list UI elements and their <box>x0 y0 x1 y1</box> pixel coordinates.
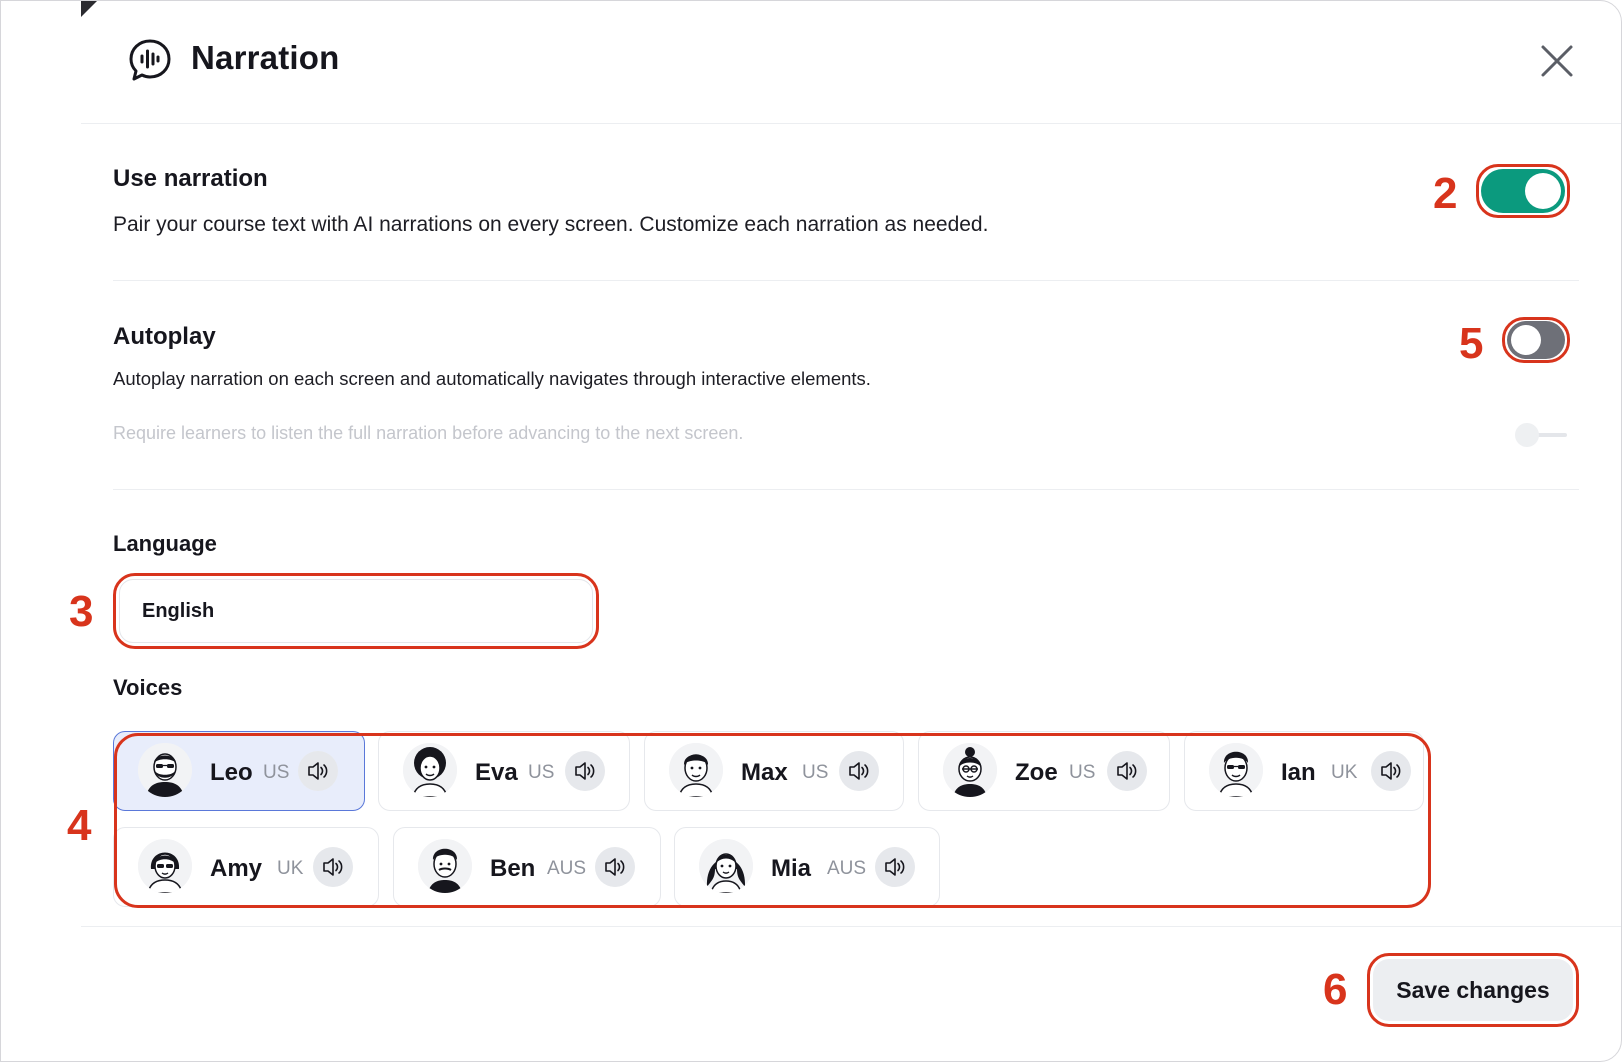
voice-name: Eva <box>475 759 518 786</box>
voice-card-mia[interactable]: Mia AUS <box>674 827 940 907</box>
divider <box>81 926 1621 927</box>
speaker-icon[interactable] <box>313 847 353 887</box>
voice-name: Amy <box>210 855 263 882</box>
narration-chat-icon <box>129 39 171 81</box>
voice-locale: US <box>263 762 290 783</box>
speaker-icon[interactable] <box>298 751 338 791</box>
voice-name: Max <box>741 759 788 786</box>
voice-card-leo[interactable]: Leo US <box>113 731 365 811</box>
language-label: Language <box>113 531 217 556</box>
use-narration-description: Pair your course text with AI narrations… <box>113 213 989 236</box>
voice-card-max[interactable]: Max US <box>644 731 904 811</box>
require-full-listen-label: Require learners to listen the full narr… <box>113 423 744 443</box>
autoplay-description: Autoplay narration on each screen and au… <box>113 368 871 389</box>
annotation-number-6: 6 <box>1323 965 1348 1014</box>
voice-locale: US <box>1069 762 1096 783</box>
language-select[interactable]: English <box>119 579 593 643</box>
annotation-number-3: 3 <box>69 587 94 636</box>
autoplay-toggle[interactable] <box>1507 321 1565 359</box>
voice-card-amy[interactable]: Amy UK <box>113 827 379 907</box>
voice-name: Ben <box>490 855 536 882</box>
speaker-icon[interactable] <box>875 847 915 887</box>
use-narration-toggle[interactable] <box>1481 169 1565 213</box>
speaker-icon[interactable] <box>1107 751 1147 791</box>
max-avatar-icon <box>669 743 723 797</box>
speaker-icon[interactable] <box>839 751 879 791</box>
voice-card-ian[interactable]: Ian UK <box>1184 731 1424 811</box>
voice-name: Ian <box>1281 759 1316 786</box>
save-changes-button[interactable]: Save changes <box>1373 959 1573 1021</box>
voice-name: Zoe <box>1015 759 1058 786</box>
toggle-knob <box>1525 173 1561 209</box>
narration-dialog: Narration Use narration Pair your course… <box>0 0 1622 1062</box>
ben-avatar-icon <box>418 839 472 893</box>
annotation-number-4: 4 <box>67 801 92 850</box>
annotation-number-2: 2 <box>1433 169 1458 218</box>
voice-locale: AUS <box>827 858 867 879</box>
voice-locale: US <box>528 762 555 783</box>
leo-avatar-icon <box>138 743 192 797</box>
voices-label: Voices <box>113 675 183 700</box>
voice-locale: AUS <box>547 858 587 879</box>
speaker-icon[interactable] <box>565 751 605 791</box>
voice-locale: UK <box>1331 762 1358 783</box>
mia-avatar-icon <box>699 839 753 893</box>
voice-name: Mia <box>771 855 812 882</box>
divider <box>113 280 1579 281</box>
use-narration-title: Use narration <box>113 165 268 192</box>
divider <box>113 489 1579 490</box>
voice-card-ben[interactable]: Ben AUS <box>393 827 661 907</box>
dialog-header: Narration <box>81 1 1621 124</box>
speaker-icon[interactable] <box>595 847 635 887</box>
voice-card-eva[interactable]: Eva US <box>378 731 630 811</box>
close-icon[interactable] <box>1537 41 1577 81</box>
voice-name: Leo <box>210 759 253 786</box>
autoplay-title: Autoplay <box>113 323 216 350</box>
voice-locale: US <box>802 762 829 783</box>
annotation-number-5: 5 <box>1459 319 1484 368</box>
require-full-listen-toggle <box>1515 423 1567 447</box>
voice-card-zoe[interactable]: Zoe US <box>918 731 1170 811</box>
amy-avatar-icon <box>138 839 192 893</box>
toggle-knob <box>1511 325 1541 355</box>
eva-avatar-icon <box>403 743 457 797</box>
speaker-icon[interactable] <box>1371 751 1411 791</box>
dialog-title: Narration <box>191 39 340 76</box>
ian-avatar-icon <box>1209 743 1263 797</box>
zoe-avatar-icon <box>943 743 997 797</box>
voice-locale: UK <box>277 858 304 879</box>
